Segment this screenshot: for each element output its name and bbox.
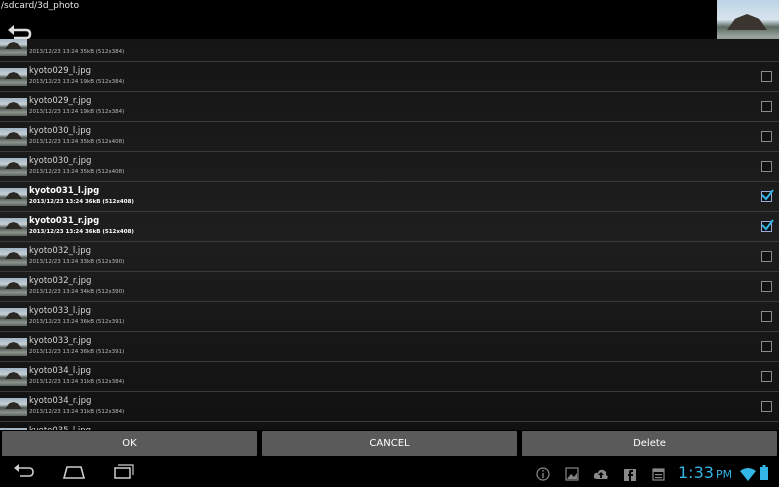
file-row[interactable]: kyoto031_r.jpg 2013/12/23 13:24 36kB (512…: [0, 212, 779, 242]
select-checkbox[interactable]: [761, 251, 772, 262]
calendar-icon: [652, 466, 665, 485]
file-name: kyoto031_r.jpg: [29, 216, 100, 226]
file-name: kyoto030_r.jpg: [29, 156, 92, 166]
select-checkbox[interactable]: [761, 371, 772, 382]
select-checkbox[interactable]: [761, 311, 772, 322]
file-meta: 2013/12/23 13:24 34kB (512x390): [29, 289, 125, 295]
facebook-icon: [624, 466, 636, 485]
file-thumbnail: [0, 308, 27, 326]
battery-icon: [760, 465, 768, 484]
nav-home-icon[interactable]: [61, 464, 87, 484]
select-checkbox[interactable]: [761, 101, 772, 112]
nav-recents-icon[interactable]: [112, 464, 134, 484]
file-thumbnail: [0, 128, 27, 146]
select-checkbox[interactable]: [761, 219, 774, 232]
ok-button[interactable]: OK: [2, 431, 257, 456]
status-clock: 1:33 PM: [678, 463, 733, 482]
file-thumbnail: [0, 39, 27, 56]
info-icon: [536, 466, 550, 485]
file-thumbnail: [0, 278, 27, 296]
file-meta: 2013/12/23 13:24 31kB (512x384): [29, 379, 125, 385]
file-row[interactable]: kyoto030_r.jpg 2013/12/23 13:24 35kB (512…: [0, 152, 779, 182]
file-list[interactable]: 2013/12/23 13:24 35kB (512x384) kyoto029_…: [0, 39, 779, 430]
system-navbar: 1:33 PM: [0, 458, 779, 487]
file-meta: 2013/12/23 13:24 35kB (512x408): [29, 139, 125, 145]
select-checkbox[interactable]: [761, 189, 774, 202]
file-thumbnail: [0, 398, 27, 416]
file-row[interactable]: kyoto034_l.jpg 2013/12/23 13:24 31kB (512…: [0, 362, 779, 392]
file-row[interactable]: kyoto032_r.jpg 2013/12/23 13:24 34kB (512…: [0, 272, 779, 302]
file-name: kyoto034_l.jpg: [29, 366, 92, 376]
select-checkbox[interactable]: [761, 401, 772, 412]
button-bar: OK CANCEL Delete: [0, 430, 779, 458]
file-row[interactable]: kyoto029_l.jpg 2013/12/23 13:24 19kB (512…: [0, 62, 779, 92]
select-checkbox[interactable]: [761, 281, 772, 292]
select-checkbox[interactable]: [761, 131, 772, 142]
file-row[interactable]: kyoto034_r.jpg 2013/12/23 13:24 31kB (512…: [0, 392, 779, 422]
file-meta: 2013/12/23 13:24 31kB (512x384): [29, 409, 125, 415]
cloud-upload-icon: [593, 466, 609, 485]
file-row[interactable]: kyoto033_l.jpg 2013/12/23 13:24 36kB (512…: [0, 302, 779, 332]
delete-button[interactable]: Delete: [522, 431, 777, 456]
file-row[interactable]: kyoto031_l.jpg 2013/12/23 13:24 36kB (512…: [0, 182, 779, 212]
file-name: kyoto032_l.jpg: [29, 246, 92, 256]
cancel-button[interactable]: CANCEL: [262, 431, 517, 456]
file-thumbnail: [0, 98, 27, 116]
select-checkbox[interactable]: [761, 341, 772, 352]
file-name: kyoto033_r.jpg: [29, 336, 92, 346]
file-meta: 2013/12/23 13:24 36kB (512x391): [29, 349, 125, 355]
file-meta: 2013/12/23 13:24 35kB (512x384): [29, 49, 125, 55]
nav-back-icon[interactable]: [12, 464, 36, 484]
select-checkbox[interactable]: [761, 71, 772, 82]
file-name: kyoto032_r.jpg: [29, 276, 92, 286]
file-row[interactable]: kyoto029_r.jpg 2013/12/23 13:24 19kB (512…: [0, 92, 779, 122]
file-thumbnail: [0, 368, 27, 386]
file-thumbnail: [0, 248, 27, 266]
file-name: kyoto029_r.jpg: [29, 96, 92, 106]
file-row[interactable]: kyoto032_l.jpg 2013/12/23 13:24 33kB (512…: [0, 242, 779, 272]
file-meta: 2013/12/23 13:24 33kB (512x390): [29, 259, 125, 265]
file-row[interactable]: kyoto033_r.jpg 2013/12/23 13:24 36kB (512…: [0, 332, 779, 362]
file-meta: 2013/12/23 13:24 19kB (512x384): [29, 109, 125, 115]
file-name: kyoto031_l.jpg: [29, 186, 100, 196]
file-name: kyoto030_l.jpg: [29, 126, 92, 136]
file-meta: 2013/12/23 13:24 36kB (512x391): [29, 319, 125, 325]
file-thumbnail: [0, 68, 27, 86]
file-row[interactable]: 2013/12/23 13:24 35kB (512x384): [0, 39, 779, 62]
file-name: kyoto034_r.jpg: [29, 396, 92, 406]
file-thumbnail: [0, 218, 27, 236]
select-checkbox[interactable]: [761, 161, 772, 172]
file-meta: 2013/12/23 13:24 35kB (512x408): [29, 169, 125, 175]
file-row[interactable]: kyoto035_l.jpg: [0, 422, 779, 430]
gallery-icon: [565, 466, 579, 485]
file-name: kyoto029_l.jpg: [29, 66, 92, 76]
wifi-icon: [740, 466, 756, 485]
file-name: kyoto033_l.jpg: [29, 306, 92, 316]
file-thumbnail: [0, 158, 27, 176]
file-meta: 2013/12/23 13:24 36kB (512x408): [29, 199, 134, 205]
file-row[interactable]: kyoto030_l.jpg 2013/12/23 13:24 35kB (512…: [0, 122, 779, 152]
file-meta: 2013/12/23 13:24 36kB (512x408): [29, 229, 134, 235]
current-path: /sdcard/3d_photo: [1, 1, 80, 11]
file-thumbnail: [0, 338, 27, 356]
file-meta: 2013/12/23 13:24 19kB (512x384): [29, 79, 125, 85]
file-thumbnail: [0, 188, 27, 206]
